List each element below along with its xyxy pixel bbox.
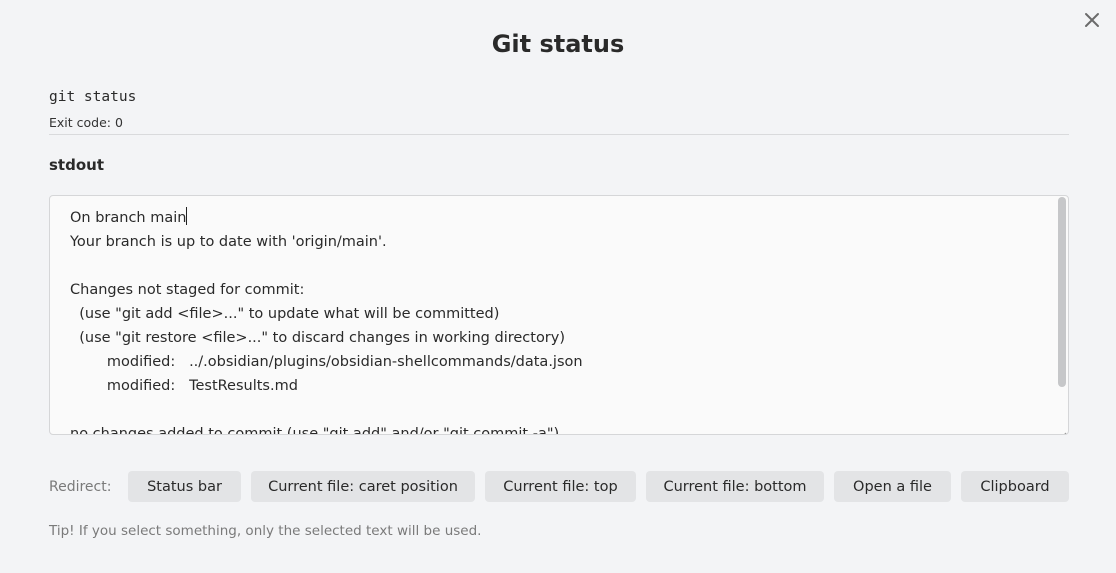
- stdout-textarea[interactable]: On branch main Your branch is up to date…: [49, 195, 1069, 435]
- scrollbar-thumb[interactable]: [1058, 197, 1066, 387]
- close-button[interactable]: [1080, 8, 1104, 32]
- stdout-content[interactable]: On branch main Your branch is up to date…: [70, 206, 1054, 435]
- redirect-label: Redirect:: [49, 479, 112, 495]
- stdout-rest: Your branch is up to date with 'origin/m…: [70, 234, 583, 435]
- tip-text: Tip! If you select something, only the s…: [49, 523, 482, 539]
- redirect-status-bar-button[interactable]: Status bar: [128, 471, 241, 502]
- modal-title: Git status: [491, 30, 625, 58]
- command-text: git status: [49, 89, 137, 105]
- scrollbar[interactable]: [1057, 197, 1067, 429]
- divider: [49, 134, 1069, 135]
- close-icon: [1085, 13, 1099, 27]
- redirect-caret-position-button[interactable]: Current file: caret position: [251, 471, 475, 502]
- text-caret: [186, 207, 188, 225]
- exit-code: Exit code: 0: [49, 115, 123, 130]
- stdout-label: stdout: [49, 156, 104, 174]
- stdout-first-line: On branch main: [70, 210, 187, 226]
- redirect-open-file-button[interactable]: Open a file: [834, 471, 951, 502]
- resize-handle-icon[interactable]: [1059, 425, 1067, 434]
- redirect-file-bottom-button[interactable]: Current file: bottom: [646, 471, 824, 502]
- redirect-clipboard-button[interactable]: Clipboard: [961, 471, 1069, 502]
- redirect-file-top-button[interactable]: Current file: top: [485, 471, 636, 502]
